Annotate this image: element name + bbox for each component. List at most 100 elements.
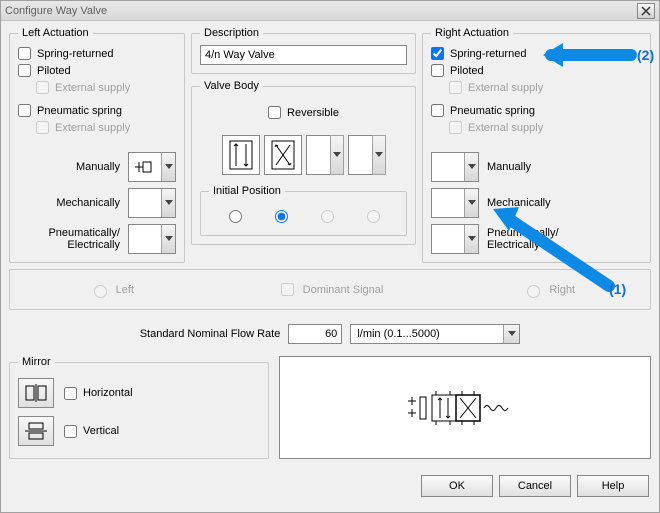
dominant-signal-row: Left Dominant Signal Right — [9, 269, 651, 310]
right-manually-dropdown[interactable] — [431, 152, 479, 182]
right-pneumatically-label: Pneumatically/ Electrically — [483, 227, 642, 251]
mirror-horizontal[interactable]: Horizontal — [64, 385, 133, 402]
description-input[interactable] — [200, 45, 407, 65]
right-piloted-checkbox[interactable] — [431, 64, 444, 77]
body-slot-1[interactable] — [222, 135, 260, 175]
description-legend: Description — [200, 27, 263, 39]
mirror-vertical[interactable]: Vertical — [64, 423, 119, 440]
body-slot-3[interactable] — [306, 135, 344, 175]
left-spring-returned-label: Spring-returned — [37, 48, 113, 60]
left-external-supply-1: External supply — [18, 79, 176, 96]
left-external-supply-1-label: External supply — [55, 82, 130, 94]
left-manually-label: Manually — [18, 161, 124, 173]
close-button[interactable] — [637, 3, 655, 19]
initial-position-legend: Initial Position — [209, 185, 285, 197]
dialog-buttons: OK Cancel Help — [1, 467, 659, 505]
right-spring-returned-checkbox[interactable] — [431, 47, 444, 60]
dominant-left-label: Left — [116, 284, 134, 296]
close-icon — [641, 6, 651, 16]
chevron-down-icon — [464, 153, 478, 181]
window-title: Configure Way Valve — [5, 5, 107, 17]
right-spring-returned[interactable]: Spring-returned — [431, 45, 642, 62]
right-spring-returned-label: Spring-returned — [450, 48, 526, 60]
chevron-down-icon — [503, 325, 519, 343]
left-pneumatic-spring-checkbox[interactable] — [18, 104, 31, 117]
initial-position-group: Initial Position — [200, 185, 407, 236]
body-slot-2[interactable] — [264, 135, 302, 175]
left-manually-dropdown[interactable] — [128, 152, 176, 182]
initial-pos-3-radio — [321, 210, 334, 223]
left-piloted-checkbox[interactable] — [18, 64, 31, 77]
mirror-vertical-button[interactable] — [18, 416, 54, 446]
right-pneumatic-spring-label: Pneumatic spring — [450, 105, 535, 117]
ok-button[interactable]: OK — [421, 475, 493, 497]
right-mechanically-label: Mechanically — [483, 197, 642, 209]
left-pneumatically-label: Pneumatically/ Electrically — [18, 227, 124, 251]
right-external-supply-2-label: External supply — [468, 122, 543, 134]
mirror-vertical-label: Vertical — [83, 425, 119, 437]
chevron-down-icon — [161, 189, 175, 217]
right-external-supply-1-label: External supply — [468, 82, 543, 94]
dominant-right-label: Right — [549, 284, 575, 296]
right-pneumatically-dropdown[interactable] — [431, 224, 479, 254]
left-spring-returned-checkbox[interactable] — [18, 47, 31, 60]
right-piloted[interactable]: Piloted — [431, 62, 642, 79]
flow-unit-combo[interactable]: l/min (0.1...5000) — [350, 324, 520, 344]
description-group: Description — [191, 27, 416, 74]
dominant-signal-label: Dominant Signal — [303, 284, 384, 296]
initial-pos-1-radio[interactable] — [229, 210, 242, 223]
left-pneumatic-spring-label: Pneumatic spring — [37, 105, 122, 117]
initial-pos-2-radio[interactable] — [275, 210, 288, 223]
mirror-vertical-checkbox[interactable] — [64, 425, 77, 438]
left-pneumatically-dropdown[interactable] — [128, 224, 176, 254]
reversible[interactable]: Reversible — [200, 104, 407, 121]
initial-pos-4-radio — [367, 210, 380, 223]
left-mechanically-dropdown[interactable] — [128, 188, 176, 218]
valve-body-group: Valve Body Reversible — [191, 80, 416, 245]
right-external-supply-1: External supply — [431, 79, 642, 96]
valve-cross-icon — [271, 140, 295, 170]
valve-preview — [279, 356, 651, 459]
mirror-vertical-icon — [25, 422, 47, 440]
body-slot-4[interactable] — [348, 135, 386, 175]
mirror-horizontal-label: Horizontal — [83, 387, 133, 399]
right-manually-label: Manually — [483, 161, 642, 173]
mirror-horizontal-icon — [25, 384, 47, 402]
left-actuation-legend: Left Actuation — [18, 27, 93, 39]
mirror-horizontal-button[interactable] — [18, 378, 54, 408]
left-spring-returned[interactable]: Spring-returned — [18, 45, 176, 62]
reversible-label: Reversible — [287, 107, 339, 119]
chevron-down-icon — [161, 153, 175, 181]
valve-symbol-icon — [400, 389, 530, 427]
reversible-checkbox[interactable] — [268, 106, 281, 119]
lever-icon — [133, 159, 157, 175]
dominant-right-radio — [527, 285, 540, 298]
dominant-signal-checkbox — [281, 283, 294, 296]
valve-body-legend: Valve Body — [200, 80, 263, 92]
mirror-horizontal-checkbox[interactable] — [64, 387, 77, 400]
help-button[interactable]: Help — [577, 475, 649, 497]
right-pneumatic-spring[interactable]: Pneumatic spring — [431, 102, 642, 119]
right-mechanically-dropdown[interactable] — [431, 188, 479, 218]
left-piloted[interactable]: Piloted — [18, 62, 176, 79]
valve-parallel-icon — [229, 140, 253, 170]
right-external-supply-2: External supply — [431, 119, 642, 136]
left-pneumatic-spring[interactable]: Pneumatic spring — [18, 102, 176, 119]
dominant-left-radio — [94, 285, 107, 298]
left-external-supply-2: External supply — [18, 119, 176, 136]
chevron-down-icon — [464, 189, 478, 217]
right-pneumatic-spring-checkbox[interactable] — [431, 104, 444, 117]
chevron-down-icon — [372, 135, 386, 175]
right-external-supply-1-checkbox — [449, 81, 462, 94]
cancel-button[interactable]: Cancel — [499, 475, 571, 497]
chevron-down-icon — [330, 135, 344, 175]
right-piloted-label: Piloted — [450, 65, 484, 77]
right-actuation-group: Right Actuation Spring-returned Piloted … — [422, 27, 651, 263]
right-actuation-legend: Right Actuation — [431, 27, 513, 39]
flow-input[interactable] — [288, 324, 342, 344]
left-piloted-label: Piloted — [37, 65, 71, 77]
left-actuation-group: Left Actuation Spring-returned Piloted E… — [9, 27, 185, 263]
flow-label: Standard Nominal Flow Rate — [140, 328, 281, 340]
left-mechanically-label: Mechanically — [18, 197, 124, 209]
flow-unit-value: l/min (0.1...5000) — [351, 325, 503, 343]
